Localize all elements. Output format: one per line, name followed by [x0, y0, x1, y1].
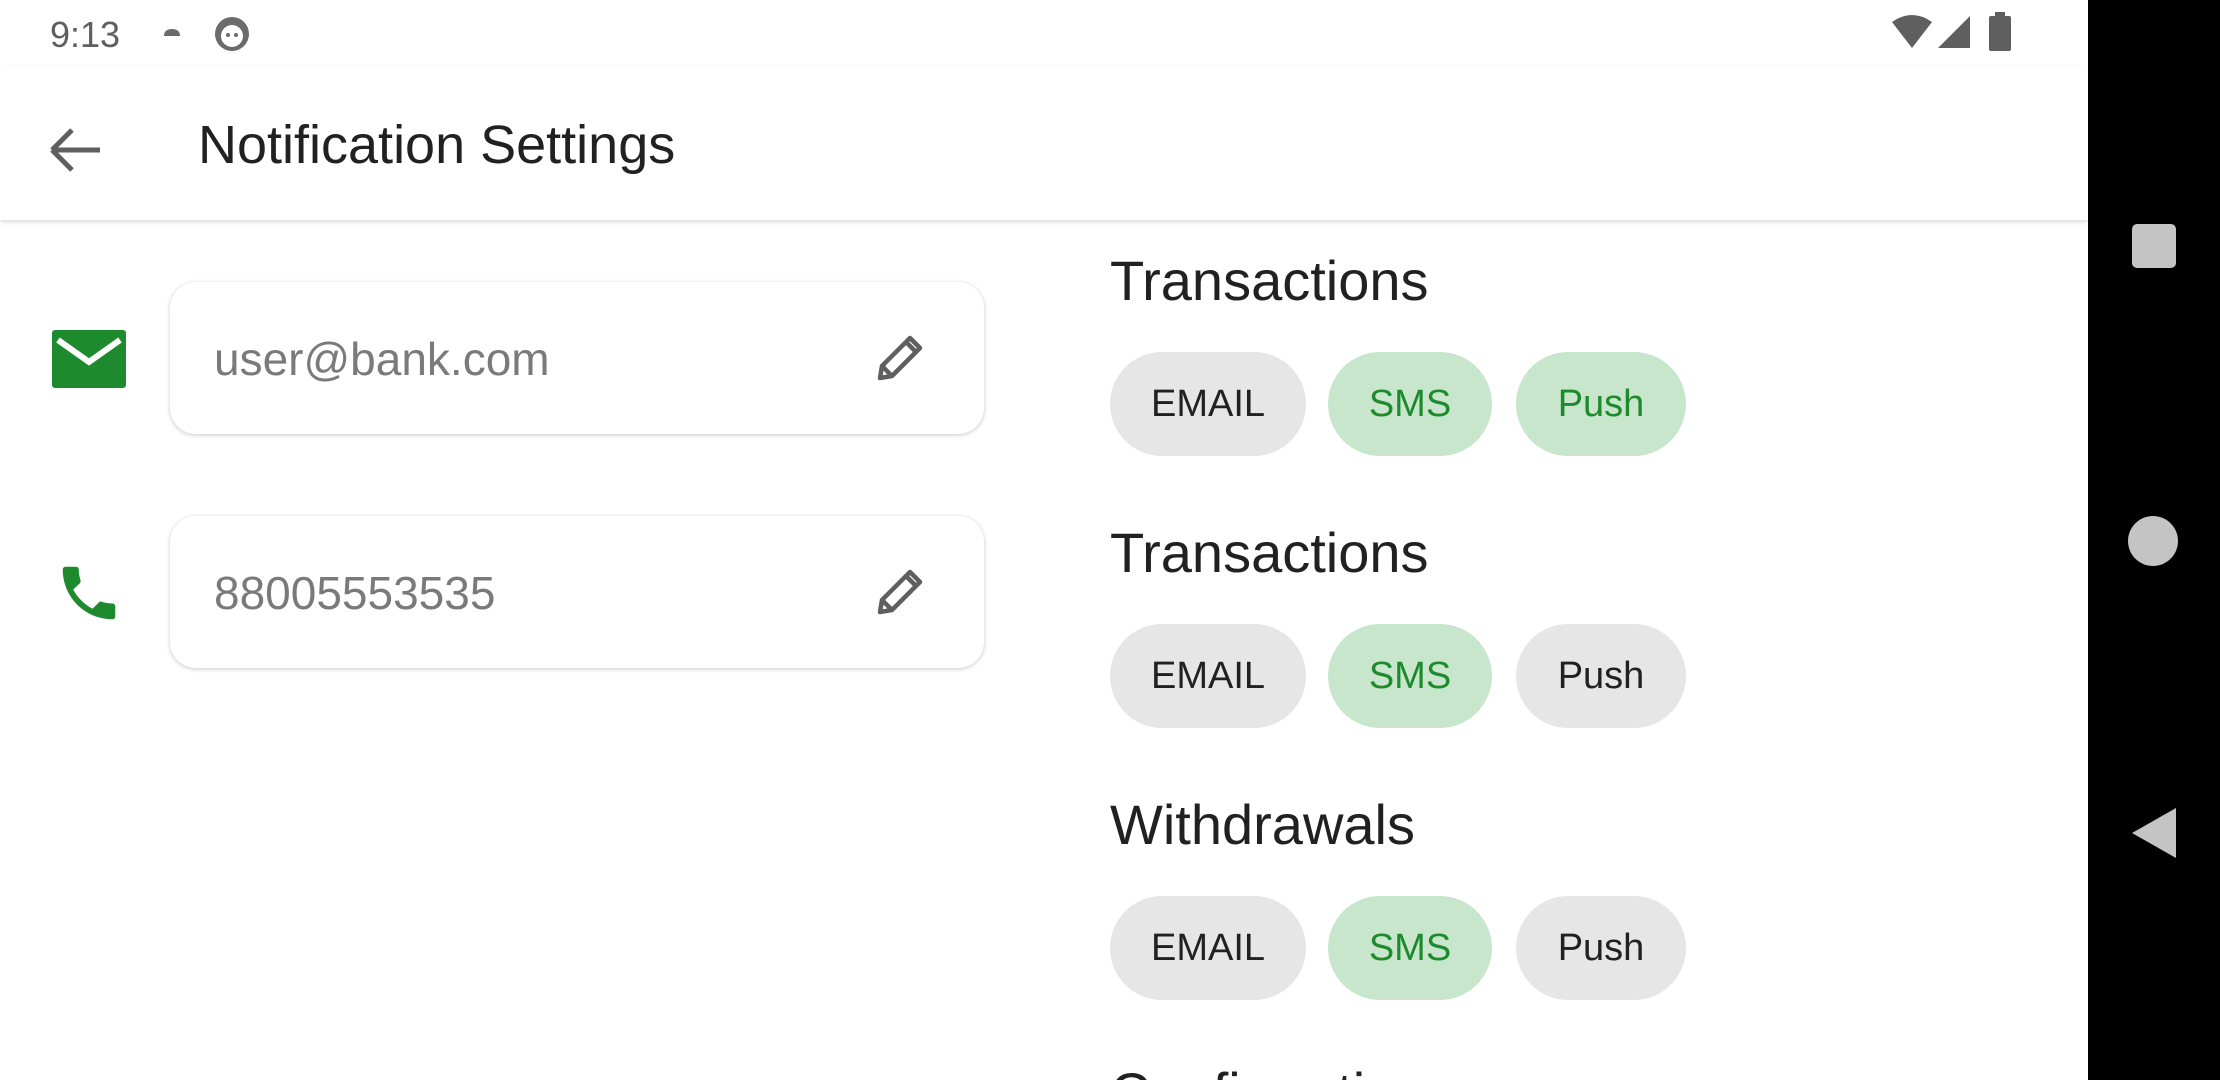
- chip-email[interactable]: EMAIL: [1110, 624, 1306, 728]
- home-icon[interactable]: [2128, 516, 2178, 571]
- phone-value: 88005553535: [214, 567, 496, 619]
- section-title: Transactions: [1110, 249, 1429, 312]
- section-title: Withdrawals: [1110, 793, 1415, 856]
- chip-sms[interactable]: SMS: [1328, 624, 1492, 728]
- wifi-icon: [1890, 14, 1934, 55]
- section-title: Transactions: [1110, 521, 1429, 584]
- android-debug-icon: [212, 14, 252, 59]
- chip-push[interactable]: Push: [1516, 352, 1686, 456]
- signal-icon: [1936, 14, 1972, 55]
- arrow-back-icon: [38, 128, 118, 194]
- system-nav-bar: [2088, 0, 2220, 1080]
- pencil-icon: [870, 335, 930, 392]
- edit-phone-button[interactable]: [870, 562, 930, 622]
- pencil-icon: [870, 569, 930, 626]
- chip-push[interactable]: Push: [1516, 896, 1686, 1000]
- app-bar: Notification Settings: [0, 66, 2088, 220]
- chip-email[interactable]: EMAIL: [1110, 352, 1306, 456]
- weather-icon: [160, 20, 184, 49]
- phone-field[interactable]: 88005553535: [170, 516, 984, 668]
- back-icon[interactable]: [2132, 808, 2176, 863]
- battery-icon: [1988, 12, 2012, 57]
- chip-sms[interactable]: SMS: [1328, 352, 1492, 456]
- chip-email[interactable]: EMAIL: [1110, 896, 1306, 1000]
- email-value: user@bank.com: [214, 333, 550, 385]
- page-title: Notification Settings: [198, 115, 676, 175]
- chip-push[interactable]: Push: [1516, 624, 1686, 728]
- status-time: 9:13: [50, 14, 121, 55]
- back-button[interactable]: [38, 110, 118, 190]
- email-field[interactable]: user@bank.com: [170, 282, 984, 434]
- chip-sms[interactable]: SMS: [1328, 896, 1492, 1000]
- mail-icon: [52, 330, 126, 393]
- section-title: Confirmations: [1110, 1060, 1455, 1080]
- edit-email-button[interactable]: [870, 328, 930, 388]
- status-bar: 9:13: [0, 0, 2088, 66]
- app-screen: 9:13 Notification Settings user@bank.com…: [0, 0, 2088, 1080]
- phone-icon: [54, 558, 124, 633]
- recents-icon[interactable]: [2132, 224, 2176, 273]
